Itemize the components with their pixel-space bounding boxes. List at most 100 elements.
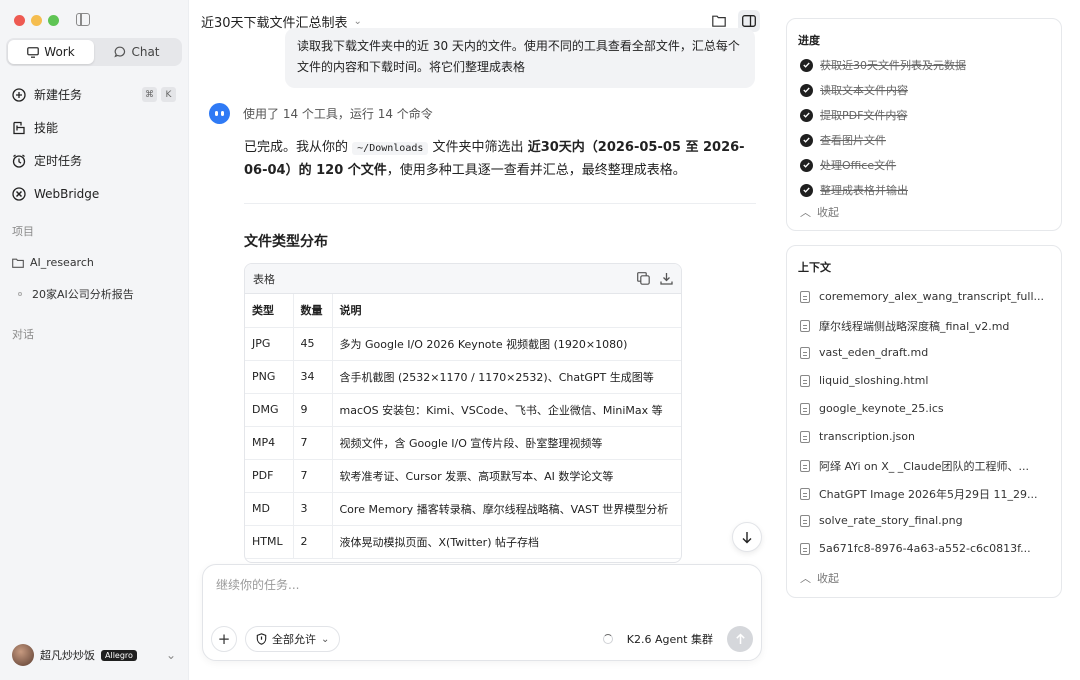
chevron-down-icon[interactable]: ⌄ bbox=[166, 648, 176, 662]
context-file[interactable]: 5a671fc8-8976-4a63-a552-c6c0813f... bbox=[800, 542, 1050, 555]
cell-type: MD bbox=[245, 492, 294, 526]
todo-label: 整理成表格并输出 bbox=[820, 184, 908, 197]
context-file[interactable]: liquid_sloshing.html bbox=[800, 374, 1050, 387]
file-type-table: 类型 数量 说明 JPG 45 多为 Google I/O 2026 Keynote… bbox=[245, 294, 681, 559]
file-name: solve_rate_story_final.png bbox=[819, 514, 963, 527]
window-controls bbox=[14, 15, 59, 26]
table-row: DMG 9 macOS 安装包：Kimi、VSCode、飞书、企业微信、MiniMa… bbox=[245, 393, 681, 427]
shortcut-key: ⌘ bbox=[142, 87, 157, 102]
column-header-type: 类型 bbox=[245, 294, 294, 328]
webbridge-icon bbox=[12, 186, 26, 201]
minimize-window-button[interactable] bbox=[31, 15, 42, 26]
context-file[interactable]: 摩尔线程端侧战略深度稿_final_v2.md bbox=[800, 318, 1050, 334]
context-file[interactable]: transcription.json bbox=[800, 430, 1050, 443]
cell-count: 45 bbox=[293, 327, 333, 361]
context-file[interactable]: google_keynote_25.ics bbox=[800, 402, 1050, 415]
chevron-up-icon: ︿ bbox=[800, 206, 811, 219]
todo-item: 处理Office文件 bbox=[800, 157, 896, 173]
agent-avatar-icon bbox=[209, 103, 230, 124]
answer-text: ，使用多种工具逐一查看并汇总，最终整理成表格。 bbox=[386, 163, 686, 178]
todo-label: 查看图片文件 bbox=[820, 134, 886, 147]
context-file[interactable]: ChatGPT Image 2026年5月29日 11_29... bbox=[800, 486, 1050, 502]
plan-badge: Allegro bbox=[101, 649, 137, 661]
todo-item: 获取近30天文件列表及元数据 bbox=[800, 57, 966, 73]
sidebar-item-label: 技能 bbox=[34, 121, 59, 135]
conversations-section-label: 对话 bbox=[12, 328, 34, 341]
file-icon bbox=[800, 514, 810, 527]
context-file[interactable]: 阿绎 AYi on X_ _Claude团队的工程师、... bbox=[800, 458, 1050, 474]
mode-chat-button[interactable]: Chat bbox=[94, 40, 180, 64]
table-actions bbox=[637, 272, 673, 285]
copy-icon[interactable] bbox=[637, 272, 650, 285]
monitor-icon bbox=[27, 46, 40, 58]
table-row: MP4 7 视频文件，含 Google I/O 宣传片段、卧室整理视频等 bbox=[245, 426, 681, 460]
file-type-table-card: 表格 类型 数量 说明 JPG 45 多为 Google I/O 2026 Keyn… bbox=[244, 263, 682, 563]
context-title: 上下文 bbox=[798, 261, 831, 274]
collapse-progress-button[interactable]: ︿ 收起 bbox=[800, 204, 839, 220]
sidebar-item-scheduled[interactable]: 定时任务 bbox=[0, 144, 188, 177]
cell-desc: 含手机截图 (2532×1170 / 1170×2532)、ChatGPT 生成… bbox=[332, 360, 681, 394]
column-header-count: 数量 bbox=[293, 294, 333, 328]
collapse-label: 收起 bbox=[817, 572, 839, 585]
user-name: 超凡炒炒饭 bbox=[40, 649, 95, 662]
scroll-to-bottom-button[interactable] bbox=[732, 522, 762, 552]
file-icon bbox=[800, 320, 810, 332]
user-profile[interactable]: 超凡炒炒饭 Allegro ⌄ bbox=[12, 644, 176, 666]
file-icon bbox=[800, 430, 810, 443]
maximize-window-button[interactable] bbox=[48, 15, 59, 26]
chevron-up-icon: ︿ bbox=[800, 572, 811, 585]
file-icon bbox=[800, 290, 810, 303]
clock-icon bbox=[12, 153, 26, 168]
context-file[interactable]: vast_eden_draft.md bbox=[800, 346, 1050, 359]
sidebar-nav: 新建任务 ⌘ K 技能 定时任务 WebBridge bbox=[0, 78, 188, 210]
file-icon bbox=[800, 542, 810, 555]
table-label: 表格 bbox=[253, 272, 275, 286]
send-button[interactable] bbox=[727, 626, 753, 652]
file-name: vast_eden_draft.md bbox=[819, 346, 929, 359]
divider bbox=[244, 203, 756, 204]
chevron-down-icon[interactable]: ⌄ bbox=[354, 16, 362, 27]
close-window-button[interactable] bbox=[14, 15, 25, 26]
context-file[interactable]: solve_rate_story_final.png bbox=[800, 514, 1050, 527]
project-ai-research[interactable]: AI_research bbox=[12, 256, 94, 269]
file-name: 阿绎 AYi on X_ _Claude团队的工程师、... bbox=[819, 460, 1029, 473]
sidebar-item-label: 新建任务 bbox=[34, 88, 83, 102]
file-icon bbox=[800, 402, 810, 415]
model-selector[interactable]: K2.6 Agent 集群 bbox=[602, 631, 713, 647]
file-name: 摩尔线程端侧战略深度稿_final_v2.md bbox=[819, 320, 1010, 333]
downloads-path: ~/Downloads bbox=[352, 142, 429, 155]
cell-type: JPG bbox=[245, 327, 294, 361]
file-icon bbox=[800, 374, 810, 387]
sidebar-toggle-icon[interactable] bbox=[76, 13, 90, 26]
collapse-context-button[interactable]: ︿ 收起 bbox=[800, 570, 839, 586]
sidebar-item-webbridge[interactable]: WebBridge bbox=[0, 177, 188, 210]
plus-circle-icon bbox=[12, 87, 26, 102]
project-ai-report[interactable]: 20家AI公司分析报告 bbox=[18, 286, 134, 302]
sidebar-item-new-task[interactable]: 新建任务 ⌘ K bbox=[0, 78, 188, 111]
mode-work-button[interactable]: Work bbox=[8, 40, 94, 64]
section-title: 文件类型分布 bbox=[244, 234, 328, 250]
table-header-row: 类型 数量 说明 bbox=[245, 294, 681, 328]
folder-icon bbox=[12, 258, 24, 268]
sidebar-item-skills[interactable]: 技能 bbox=[0, 111, 188, 144]
cell-count: 3 bbox=[293, 492, 333, 526]
download-icon[interactable] bbox=[660, 272, 673, 285]
check-icon bbox=[800, 108, 813, 122]
sidebar-item-label: WebBridge bbox=[34, 186, 100, 201]
file-icon bbox=[800, 488, 810, 500]
answer-text: 已完成。我从你的 bbox=[244, 140, 349, 155]
agent-tool-summary[interactable]: 使用了 14 个工具，运行 14 个命令 bbox=[209, 103, 433, 124]
file-name: transcription.json bbox=[819, 430, 915, 443]
context-file[interactable]: corememory_alex_wang_transcript_full... bbox=[800, 290, 1050, 303]
file-name: liquid_sloshing.html bbox=[819, 374, 929, 387]
composer[interactable]: 继续你的任务... + 全部允许 ⌄ K2.6 Agent 集群 bbox=[202, 564, 762, 661]
assistant-answer: 已完成。我从你的 ~/Downloads 文件夹中筛选出 近30天内（2026-… bbox=[244, 137, 754, 182]
shield-icon bbox=[256, 633, 267, 645]
task-input[interactable]: 继续你的任务... bbox=[216, 576, 299, 593]
column-header-desc: 说明 bbox=[332, 294, 681, 328]
arrow-up-icon bbox=[735, 633, 745, 644]
permission-select[interactable]: 全部允许 ⌄ bbox=[245, 626, 341, 652]
add-attachment-button[interactable]: + bbox=[211, 626, 237, 652]
avatar bbox=[12, 644, 34, 666]
split-panel-icon bbox=[742, 15, 756, 27]
